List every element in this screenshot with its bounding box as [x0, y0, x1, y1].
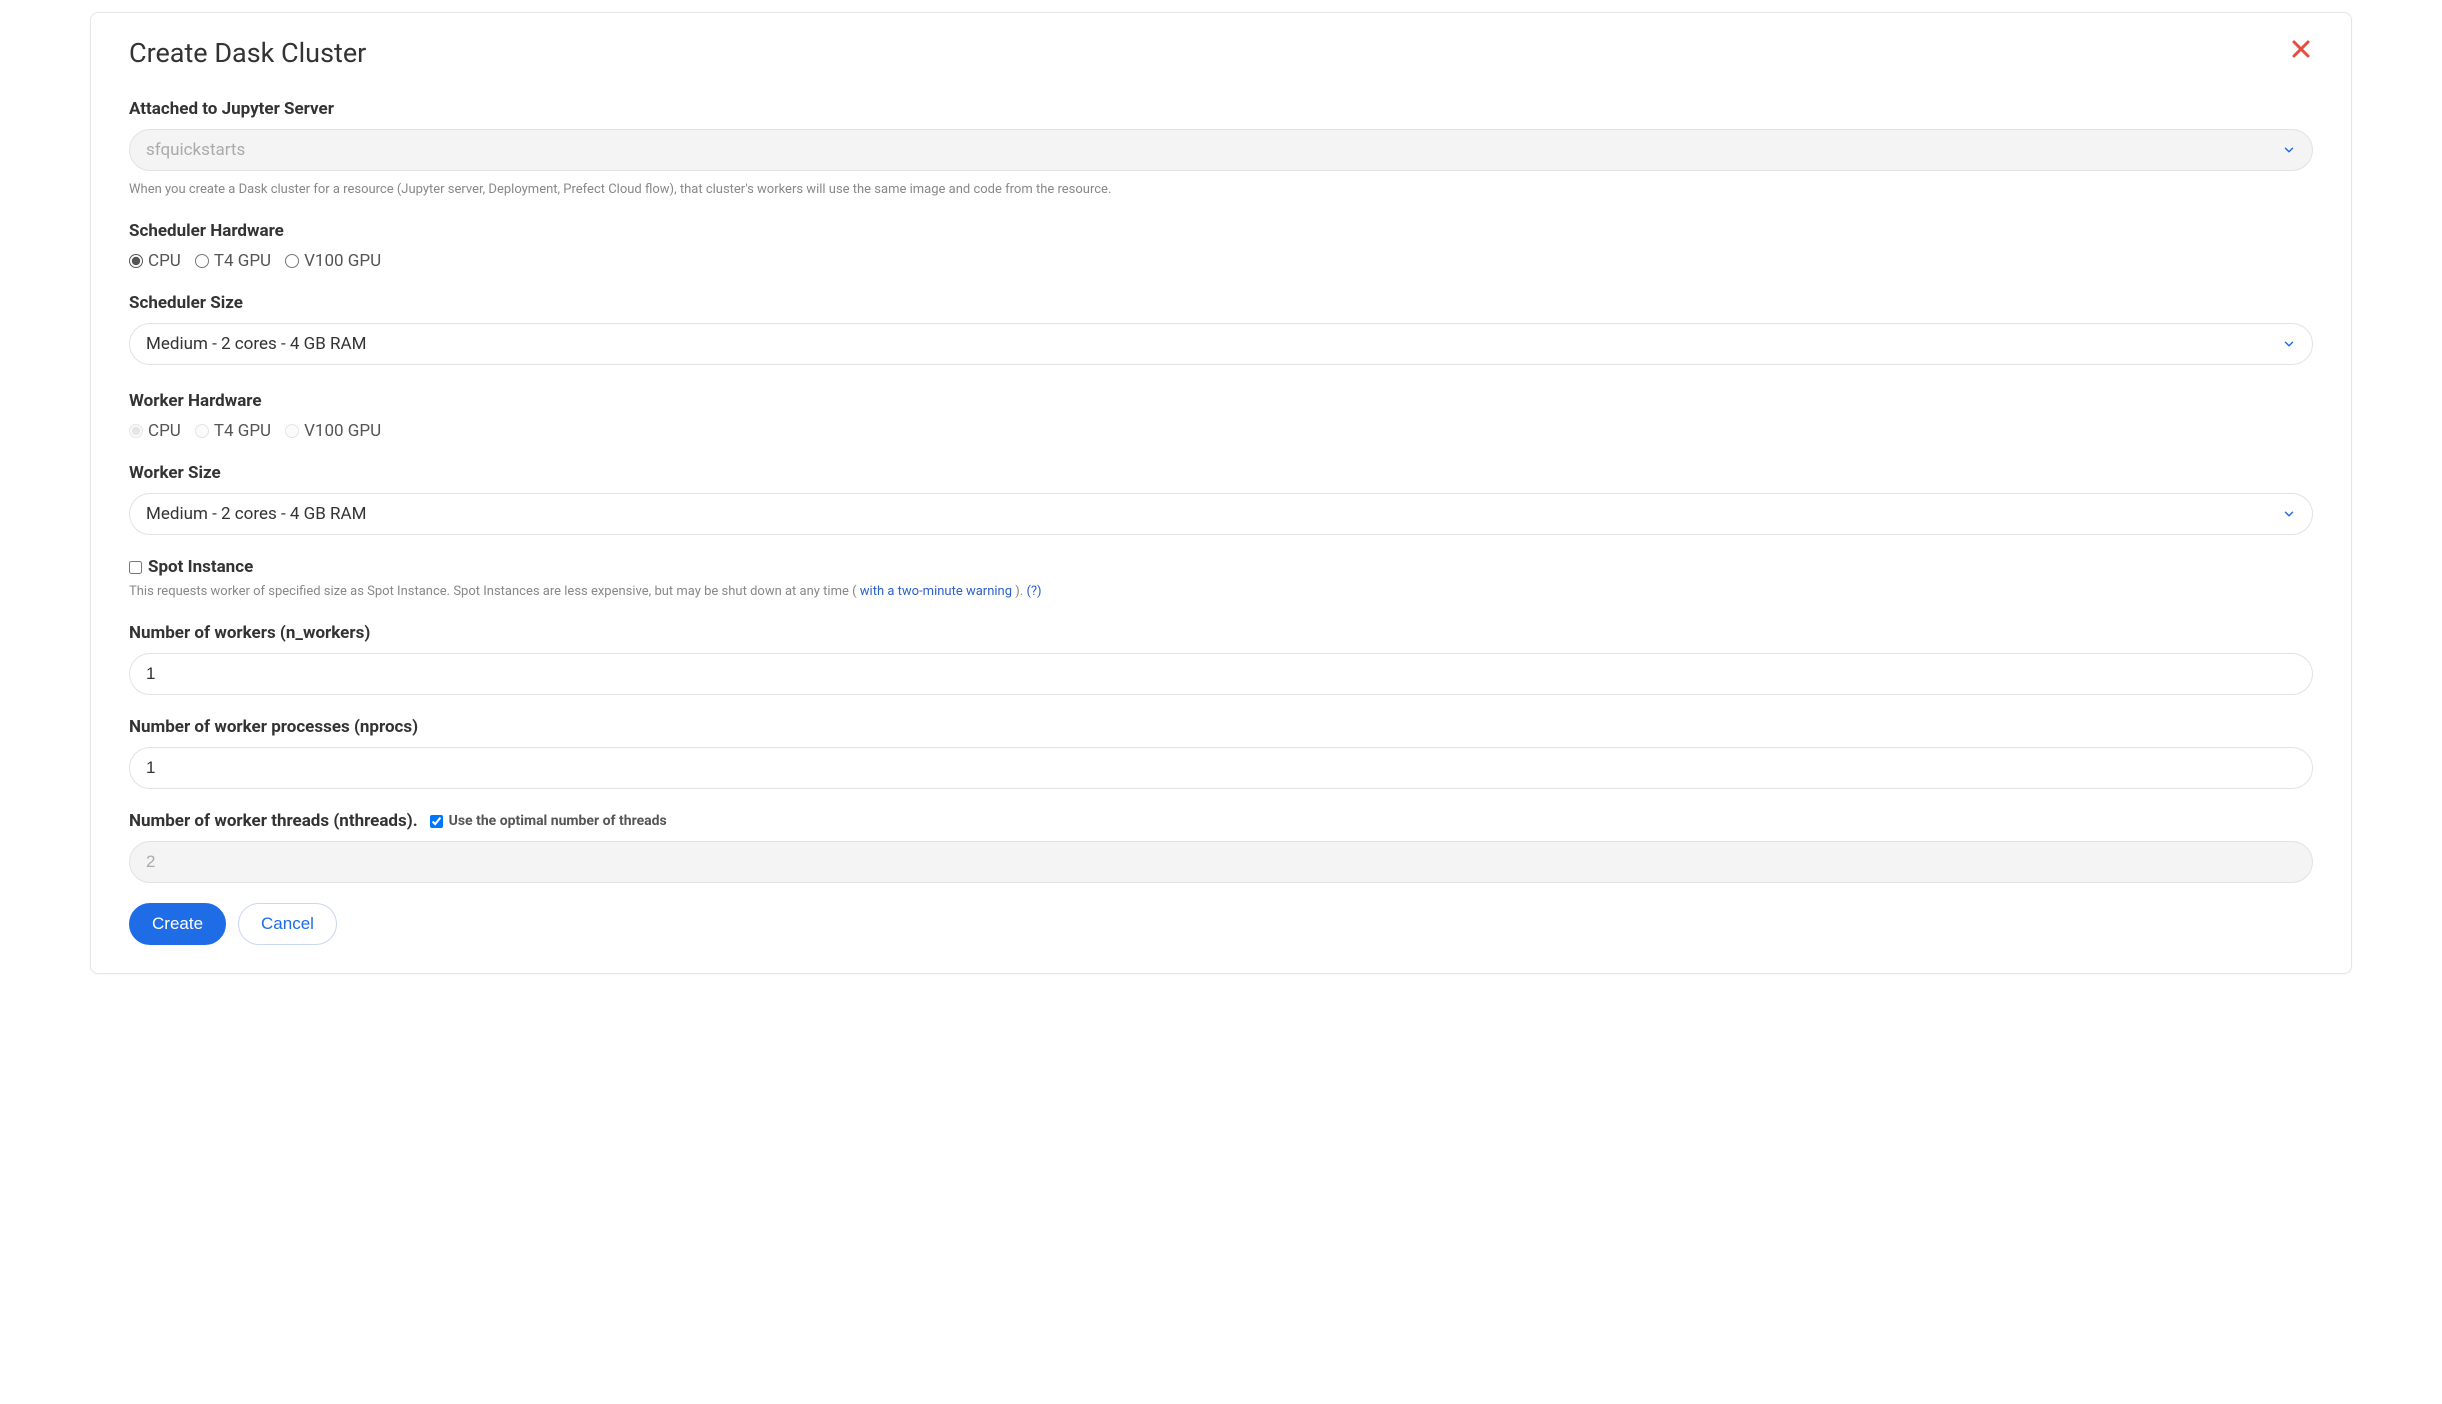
worker-hw-cpu-label: CPU: [148, 421, 181, 441]
attached-server-group: Attached to Jupyter Server sfquickstarts…: [129, 99, 2313, 199]
cancel-button[interactable]: Cancel: [238, 903, 337, 945]
nthreads-group: Number of worker threads (nthreads). Use…: [129, 811, 2313, 883]
nworkers-group: Number of workers (n_workers): [129, 623, 2313, 695]
scheduler-hw-cpu-radio[interactable]: [129, 254, 143, 268]
close-icon: [2289, 37, 2313, 61]
scheduler-hardware-label: Scheduler Hardware: [129, 221, 2313, 241]
scheduler-size-select[interactable]: Medium - 2 cores - 4 GB RAM: [129, 323, 2313, 365]
scheduler-hw-cpu-label: CPU: [148, 251, 181, 271]
scheduler-hw-cpu[interactable]: CPU: [129, 251, 181, 271]
worker-hw-cpu: CPU: [129, 421, 181, 441]
spot-instance-label: Spot Instance: [148, 557, 253, 577]
worker-hw-v100: V100 GPU: [285, 421, 381, 441]
worker-hw-t4-label: T4 GPU: [214, 421, 271, 441]
spot-help-link[interactable]: (?): [1026, 584, 1041, 599]
attached-server-helper: When you create a Dask cluster for a res…: [129, 181, 2313, 199]
chevron-down-icon: [2282, 143, 2296, 157]
worker-size-value: Medium - 2 cores - 4 GB RAM: [146, 504, 2282, 524]
worker-size-label: Worker Size: [129, 463, 2313, 483]
nprocs-input[interactable]: [129, 747, 2313, 789]
scheduler-hw-v100-radio[interactable]: [285, 254, 299, 268]
attached-server-select[interactable]: sfquickstarts: [129, 129, 2313, 171]
create-dask-cluster-modal: Create Dask Cluster Attached to Jupyter …: [90, 12, 2352, 974]
scheduler-hw-t4-label: T4 GPU: [214, 251, 271, 271]
worker-size-group: Worker Size Medium - 2 cores - 4 GB RAM: [129, 463, 2313, 535]
worker-hardware-radios: CPU T4 GPU V100 GPU: [129, 421, 2313, 441]
scheduler-size-group: Scheduler Size Medium - 2 cores - 4 GB R…: [129, 293, 2313, 365]
nthreads-label: Number of worker threads (nthreads).: [129, 811, 418, 831]
worker-hw-v100-radio: [285, 424, 299, 438]
modal-title: Create Dask Cluster: [129, 37, 366, 69]
scheduler-hw-v100[interactable]: V100 GPU: [285, 251, 381, 271]
scheduler-size-value: Medium - 2 cores - 4 GB RAM: [146, 334, 2282, 354]
modal-footer: Create Cancel: [129, 903, 2313, 945]
scheduler-hardware-group: Scheduler Hardware CPU T4 GPU V100 GPU: [129, 221, 2313, 271]
scheduler-hw-t4-radio[interactable]: [195, 254, 209, 268]
spot-instance-helper: This requests worker of specified size a…: [129, 583, 2313, 601]
nthreads-input: [129, 841, 2313, 883]
worker-hardware-group: Worker Hardware CPU T4 GPU V100 GPU: [129, 391, 2313, 441]
worker-hw-t4-radio: [195, 424, 209, 438]
optimal-threads-label: Use the optimal number of threads: [449, 813, 667, 829]
scheduler-hw-v100-label: V100 GPU: [304, 251, 381, 271]
nworkers-label: Number of workers (n_workers): [129, 623, 2313, 643]
worker-hardware-label: Worker Hardware: [129, 391, 2313, 411]
optimal-threads-checkbox[interactable]: [430, 815, 443, 828]
chevron-down-icon: [2282, 337, 2296, 351]
scheduler-size-label: Scheduler Size: [129, 293, 2313, 313]
spot-warning-link[interactable]: with a two-minute warning: [860, 584, 1012, 599]
modal-header: Create Dask Cluster: [129, 37, 2313, 69]
worker-hw-t4: T4 GPU: [195, 421, 271, 441]
scheduler-hardware-radios: CPU T4 GPU V100 GPU: [129, 251, 2313, 271]
attached-server-label: Attached to Jupyter Server: [129, 99, 2313, 119]
spot-instance-checkbox[interactable]: [129, 561, 142, 574]
create-button[interactable]: Create: [129, 903, 226, 945]
scheduler-hw-t4[interactable]: T4 GPU: [195, 251, 271, 271]
chevron-down-icon: [2282, 507, 2296, 521]
worker-size-select[interactable]: Medium - 2 cores - 4 GB RAM: [129, 493, 2313, 535]
worker-hw-cpu-radio: [129, 424, 143, 438]
nprocs-label: Number of worker processes (nprocs): [129, 717, 2313, 737]
spot-instance-group: Spot Instance This requests worker of sp…: [129, 557, 2313, 601]
attached-server-value: sfquickstarts: [146, 140, 2282, 160]
nworkers-input[interactable]: [129, 653, 2313, 695]
worker-hw-v100-label: V100 GPU: [304, 421, 381, 441]
nprocs-group: Number of worker processes (nprocs): [129, 717, 2313, 789]
close-button[interactable]: [2289, 37, 2313, 61]
